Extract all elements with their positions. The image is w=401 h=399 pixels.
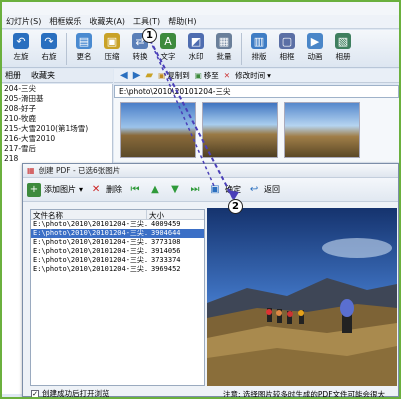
callout-1: 1 [142,28,157,43]
annotation-overlay [149,39,239,201]
callout-2: 2 [228,199,243,214]
app-window: 幻灯片(S) 相框娱乐 收藏夹(A) 工具(T) 帮助(H) ↶ 左旋 ↷ 右旋 ▤ 更名… [2,2,399,397]
dashed-arrow-line [149,39,235,201]
dashed-arrow-line [149,39,215,187]
